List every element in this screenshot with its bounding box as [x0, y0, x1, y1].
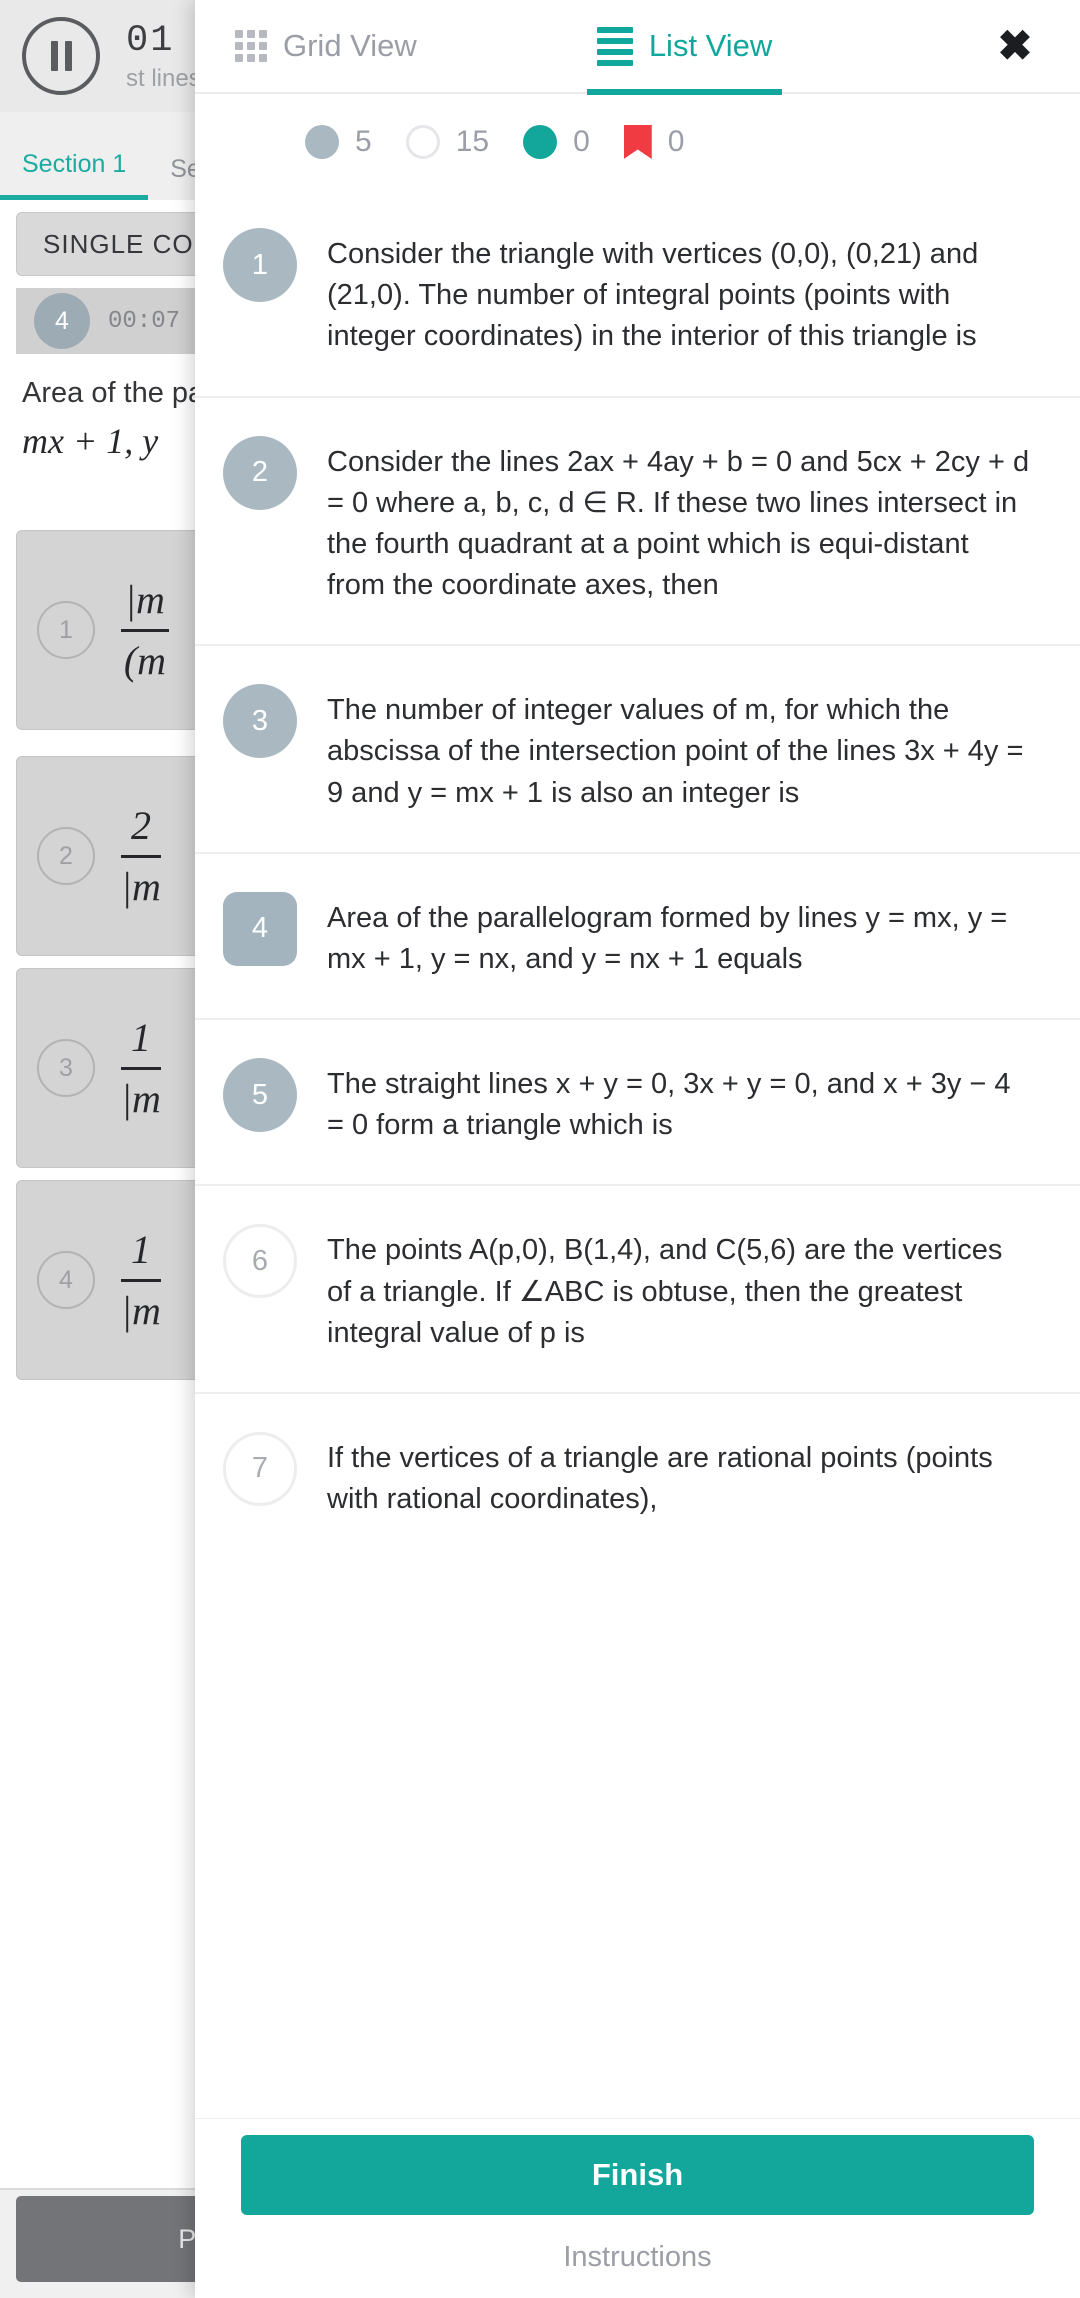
panel-footer: Finish Instructions: [195, 2118, 1080, 2298]
question-badge-2: 2: [223, 435, 297, 510]
question-badge-5: 5: [223, 1058, 297, 1133]
tab-list-view[interactable]: List View: [586, 0, 783, 95]
filled-gray-circle-icon: [305, 125, 339, 159]
hollow-circle-icon: [405, 125, 440, 159]
option-3-numerator: 1: [121, 1013, 161, 1070]
legend-answered-marked-count: 0: [573, 125, 590, 158]
option-formula-2: 2 |m: [121, 801, 161, 912]
question-text-1: Consider the triangle with vertices (0,0…: [327, 238, 979, 353]
grid-icon: [235, 30, 267, 62]
tab-list-view-label: List View: [648, 28, 773, 63]
legend-answered-marked: 0: [523, 125, 590, 159]
list-item[interactable]: 2 Consider the lines 2ax + 4ay + b = 0 a…: [195, 398, 1080, 647]
question-badge-1: 1: [223, 228, 297, 302]
option-2-denominator: |m: [121, 863, 161, 909]
legend-marked-review: 0: [623, 125, 685, 159]
option-number-4: 4: [37, 1251, 95, 1309]
instructions-link[interactable]: Instructions: [241, 2241, 1034, 2274]
question-badge-4: 4: [223, 891, 297, 966]
option-4-denominator: |m: [121, 1287, 161, 1333]
question-text-6: The points A(p,0), B(1,4), and C(5,6) ar…: [327, 1234, 1003, 1349]
question-badge-6: 6: [223, 1224, 297, 1299]
pause-icon[interactable]: [22, 17, 100, 95]
list-item[interactable]: 7 If the vertices of a triangle are rati…: [195, 1394, 1080, 1558]
option-1-denominator: (m: [123, 637, 167, 683]
list-item[interactable]: 3 The number of integer values of m, for…: [195, 646, 1080, 854]
list-item[interactable]: 5 The straight lines x + y = 0, 3x + y =…: [195, 1020, 1080, 1187]
list-item[interactable]: 4 Area of the parallelogram formed by li…: [195, 854, 1080, 1021]
question-text-3: The number of integer values of m, for w…: [327, 694, 1024, 809]
option-number-2: 2: [37, 827, 95, 885]
question-text-2: Consider the lines 2ax + 4ay + b = 0 and…: [327, 445, 1030, 602]
legend-not-answered: 15: [405, 125, 490, 159]
legend-marked-review-count: 0: [667, 125, 685, 158]
list-item[interactable]: 1 Consider the triangle with vertices (0…: [195, 190, 1080, 398]
finish-button[interactable]: Finish: [241, 2135, 1034, 2215]
option-3-denominator: |m: [121, 1075, 161, 1121]
legend-answered-count: 5: [355, 125, 372, 158]
tab-grid-view[interactable]: Grid View: [225, 0, 427, 93]
question-badge-3: 3: [223, 684, 297, 759]
question-badge-7: 7: [223, 1431, 297, 1506]
option-number-1: 1: [37, 601, 95, 659]
option-formula-4: 1 |m: [121, 1225, 161, 1336]
option-4-numerator: 1: [121, 1225, 161, 1282]
bookmark-flag-icon: [623, 125, 652, 159]
question-list[interactable]: 1 Consider the triangle with vertices (0…: [195, 190, 1080, 2118]
question-text-4: Area of the parallelogram formed by line…: [327, 901, 1008, 975]
option-2-numerator: 2: [121, 801, 161, 858]
close-icon[interactable]: ✖: [992, 23, 1038, 69]
option-formula-3: 1 |m: [121, 1013, 161, 1124]
option-formula-1: |m (m: [121, 575, 169, 686]
list-icon: [596, 26, 633, 66]
current-question-number: 4: [34, 293, 90, 349]
tab-grid-view-label: Grid View: [283, 28, 417, 63]
panel-header: Grid View List View ✖: [195, 0, 1080, 95]
question-text-7: If the vertices of a triangle are ration…: [327, 1441, 993, 1516]
filled-teal-circle-icon: [523, 125, 558, 159]
status-legend: 5 15 0 0: [195, 94, 1080, 190]
option-number-3: 3: [37, 1039, 95, 1097]
question-timer: 00:07: [108, 307, 181, 335]
question-text-5: The straight lines x + y = 0, 3x + y = 0…: [327, 1068, 1011, 1142]
option-1-numerator: |m: [121, 575, 169, 632]
section-tab-1[interactable]: Section 1: [0, 150, 149, 200]
list-item[interactable]: 6 The points A(p,0), B(1,4), and C(5,6) …: [195, 1186, 1080, 1394]
legend-answered: 5: [305, 125, 372, 159]
question-list-panel: Grid View List View ✖ 5 15 0 0 1 Conside…: [195, 0, 1080, 2298]
legend-not-answered-count: 15: [455, 125, 490, 158]
